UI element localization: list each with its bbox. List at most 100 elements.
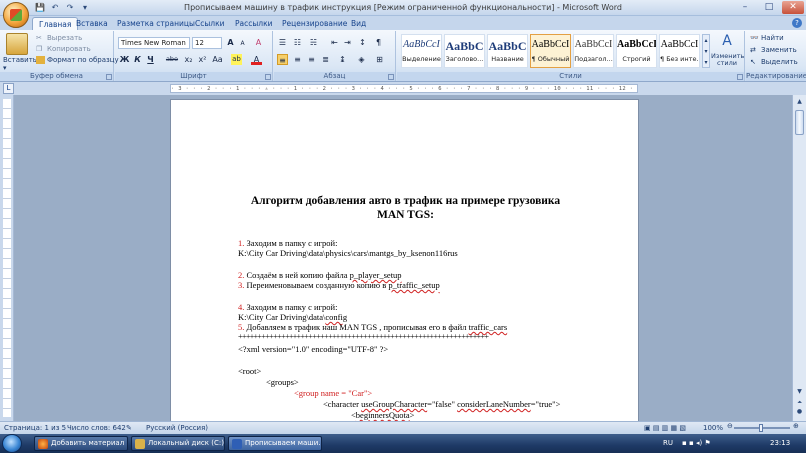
scissors-icon: ✂: [36, 34, 42, 42]
show-marks-button[interactable]: ¶: [373, 37, 384, 48]
style-name: Подзагол...: [574, 55, 613, 63]
increase-indent-icon[interactable]: ⇥: [342, 37, 353, 48]
paste-dropdown-icon[interactable]: ▾: [3, 64, 7, 72]
tab-review[interactable]: Рецензирование: [276, 17, 353, 30]
step-text: Заходим в папку с игрой:: [244, 302, 338, 312]
task-explorer[interactable]: Локальный диск (C:): [131, 436, 225, 451]
align-left-icon[interactable]: ≡: [277, 54, 288, 65]
grow-font-button[interactable]: A: [225, 37, 236, 48]
browse-object-icon[interactable]: ●: [795, 407, 804, 416]
subscript-button[interactable]: x₂: [183, 54, 194, 65]
font-launcher-icon[interactable]: [265, 74, 271, 80]
tab-selector-button[interactable]: L: [3, 83, 14, 94]
copy-button[interactable]: ❐ Копировать: [36, 45, 91, 53]
zoom-out-icon[interactable]: ⊖: [727, 422, 733, 430]
underline-button[interactable]: Ч: [145, 54, 156, 65]
tray-icons[interactable]: ▪ ▪ ◂) ⚑: [682, 439, 711, 447]
scroll-down-icon[interactable]: ▼: [795, 387, 804, 396]
align-center-icon[interactable]: ≡: [292, 54, 303, 65]
sort-icon[interactable]: ↕: [357, 37, 368, 48]
group-styles: AaBbCcI Выделение AaBbC Заголово... AaBbC Н…: [397, 31, 745, 81]
prev-page-icon[interactable]: ⏶: [795, 398, 804, 407]
start-button[interactable]: [2, 434, 22, 453]
clipboard-launcher-icon[interactable]: [106, 74, 112, 80]
format-painter-button[interactable]: Формат по образцу: [36, 56, 119, 64]
decrease-indent-icon[interactable]: ⇤: [329, 37, 340, 48]
change-styles-button[interactable]: Изменить стили: [711, 53, 744, 67]
style-normal[interactable]: AaBbCcI ¶ Обычный: [530, 34, 571, 68]
justify-icon[interactable]: ≣: [320, 54, 331, 65]
style-emphasis[interactable]: AaBbCcI Выделение: [401, 34, 442, 68]
shrink-font-button[interactable]: A: [237, 38, 248, 49]
bullets-icon[interactable]: ☰: [277, 37, 288, 48]
language-bar[interactable]: RU: [663, 439, 673, 447]
scroll-thumb[interactable]: [795, 110, 804, 135]
multilevel-list-icon[interactable]: ☵: [308, 37, 319, 48]
tab-references[interactable]: Ссылки: [189, 17, 230, 30]
tab-page-layout[interactable]: Разметка страницы: [111, 17, 201, 30]
numbering-icon[interactable]: ☷: [292, 37, 303, 48]
styles-scroll-icon[interactable]: ▴ ▾ ▾: [702, 34, 710, 68]
strikethrough-button[interactable]: abe: [165, 54, 179, 65]
help-icon[interactable]: ?: [792, 18, 802, 28]
path-folder: config: [325, 312, 348, 322]
cut-label: Вырезать: [47, 34, 83, 42]
window-title: Прописываем машину в трафик инструкция […: [184, 3, 622, 12]
document-area: Алгоритм добавления авто в трафик на при…: [14, 95, 792, 421]
paste-button[interactable]: Вставить: [3, 56, 37, 64]
ruler-scale[interactable]: · 3 · · · 2 · · · 1 · · · ▵ · · · 1 · · …: [170, 84, 638, 93]
scroll-up-icon[interactable]: ▲: [795, 97, 804, 106]
style-strong[interactable]: AaBbCcI Строгий: [616, 34, 657, 68]
style-heading1[interactable]: AaBbC Заголово...: [444, 34, 485, 68]
character-suffix: ="true">: [530, 399, 561, 409]
task-label: Прописываем маши...: [245, 439, 322, 447]
page-count[interactable]: Страница: 1 из 5: [4, 424, 66, 432]
paragraph-launcher-icon[interactable]: [388, 74, 394, 80]
style-title[interactable]: AaBbC Название: [487, 34, 528, 68]
replace-button[interactable]: ⇄ Заменить: [750, 46, 797, 54]
task-word[interactable]: Прописываем маши...: [228, 436, 322, 451]
align-right-icon[interactable]: ≡: [306, 54, 317, 65]
cut-button[interactable]: ✂ Вырезать: [36, 34, 82, 42]
shading-icon[interactable]: ◈: [356, 54, 367, 65]
style-name: ¶ Без инте...: [660, 55, 699, 63]
vertical-scrollbar[interactable]: ▲ ▼ ⏶ ●: [792, 95, 806, 421]
change-case-button[interactable]: Aa: [212, 54, 223, 65]
tab-insert[interactable]: Вставка: [70, 17, 114, 30]
styles-launcher-icon[interactable]: [737, 74, 743, 80]
font-color-button[interactable]: A: [251, 54, 262, 65]
maximize-button[interactable]: □: [758, 1, 780, 14]
styles-group-label: Стили: [397, 72, 744, 81]
style-subtitle[interactable]: AaBbCcI Подзагол...: [573, 34, 614, 68]
clipboard-icon[interactable]: [6, 33, 28, 55]
font-size-select[interactable]: 12: [192, 37, 222, 49]
task-browser[interactable]: Добавить материал ...: [34, 436, 128, 451]
clear-format-button[interactable]: A: [253, 37, 264, 48]
find-label: Найти: [761, 34, 784, 42]
select-button[interactable]: ↖ Выделить: [750, 58, 798, 66]
line-spacing-icon[interactable]: ↨: [337, 54, 348, 65]
minimize-button[interactable]: –: [734, 1, 756, 14]
tab-view[interactable]: Вид: [345, 17, 372, 30]
find-button[interactable]: 👓 Найти: [750, 34, 784, 42]
language-indicator[interactable]: Русский (Россия): [146, 424, 208, 432]
change-styles-icon[interactable]: A: [715, 33, 739, 51]
highlight-button[interactable]: ab: [231, 54, 242, 65]
italic-button[interactable]: К: [132, 54, 143, 65]
close-button[interactable]: ✕: [782, 1, 804, 14]
zoom-slider-knob[interactable]: [759, 424, 763, 432]
view-buttons[interactable]: ▣ ▤ ▥ ▦ ▧: [644, 424, 686, 432]
clock[interactable]: 23:13: [770, 439, 790, 447]
word-count[interactable]: Число слов: 642: [67, 424, 126, 432]
style-no-spacing[interactable]: AaBbCcI ¶ Без инте...: [659, 34, 700, 68]
document-page[interactable]: Алгоритм добавления авто в трафик на при…: [170, 99, 639, 421]
zoom-in-icon[interactable]: ⊕: [793, 422, 799, 430]
superscript-button[interactable]: x²: [197, 54, 208, 65]
bold-button[interactable]: Ж: [119, 54, 130, 65]
zoom-level[interactable]: 100%: [703, 424, 723, 432]
font-name-select[interactable]: Times New Roman: [118, 37, 190, 49]
spellcheck-icon[interactable]: ✎: [126, 424, 132, 432]
office-button[interactable]: [3, 2, 29, 28]
borders-icon[interactable]: ⊞: [374, 54, 385, 65]
tab-mailings[interactable]: Рассылки: [229, 17, 279, 30]
